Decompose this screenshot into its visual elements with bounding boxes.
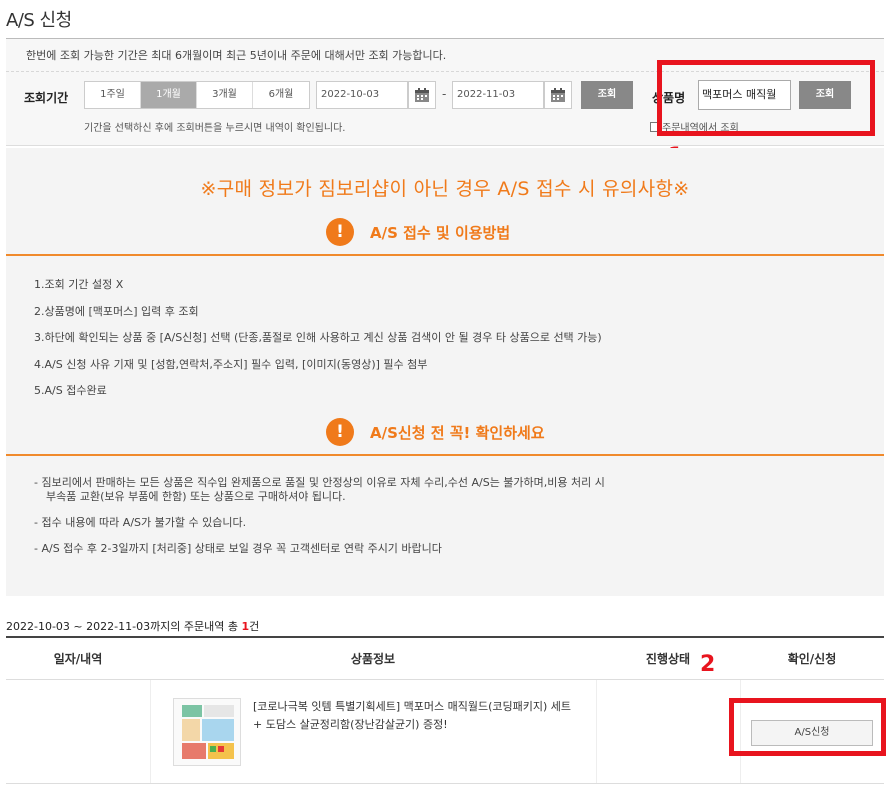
search-hint: 기간을 선택하신 후에 조회버튼을 누르시면 내역이 확인됩니다. bbox=[84, 123, 346, 134]
end-calendar-icon[interactable] bbox=[544, 81, 572, 109]
header-status: 진행상태 bbox=[645, 652, 691, 666]
order-summary: 2022-10-03 ~ 2022-11-03까지의 주문내역 총 1건 bbox=[6, 618, 259, 634]
notes-list: - 짐보리에서 판매하는 모든 상품은 직수입 완제품으로 품질 및 안정상의 … bbox=[34, 476, 734, 568]
period-tabs: 1주일 1개월 3개월 6개월 bbox=[84, 81, 310, 109]
product-thumbnail[interactable] bbox=[173, 698, 241, 766]
order-summary-range: 2022-10-03 ~ 2022-11-03까지의 주문내역 총 bbox=[6, 620, 242, 633]
step-item: 4.A/S 신청 사유 기재 및 [성함,연락처,주소지] 필수 입력, [이미… bbox=[34, 357, 428, 371]
steps-list: 1.조회 기간 설정 X 2.상품명에 [맥포머스] 입력 후 조회 3.하단에… bbox=[34, 276, 602, 409]
step-item: 2.상품명에 [맥포머스] 입력 후 조회 bbox=[34, 304, 199, 318]
step-item: 5.A/S 접수완료 bbox=[34, 384, 107, 397]
exclamation-icon: ! bbox=[326, 218, 354, 246]
note-item-3: - A/S 접수 후 2-3일까지 [처리중] 상태로 보일 경우 꼭 고객센터… bbox=[34, 542, 442, 555]
order-summary-suffix: 건 bbox=[249, 620, 260, 633]
header-date: 일자/내역 bbox=[53, 652, 103, 666]
annotation-box-1 bbox=[657, 60, 875, 136]
order-table-header: 일자/내역 상품정보 진행상태 확인/신청 bbox=[6, 638, 884, 680]
section-how-to-head: ! A/S 접수 및 이용방법 bbox=[6, 218, 884, 256]
row-status bbox=[596, 680, 740, 783]
section-check-title: A/S신청 전 꼭! 확인하세요 bbox=[370, 423, 545, 442]
note-item-1: - 짐보리에서 판매하는 모든 상품은 직수입 완제품으로 품질 및 안정상의 … bbox=[34, 476, 734, 504]
period-tab-6months[interactable]: 6개월 bbox=[253, 82, 309, 108]
warning-title: ※구매 정보가 짐보리샵이 아닌 경우 A/S 접수 시 유의사항※ bbox=[200, 178, 690, 200]
section-how-to-title: A/S 접수 및 이용방법 bbox=[370, 223, 511, 242]
as-info-panel: ※구매 정보가 짐보리샵이 아닌 경우 A/S 접수 시 유의사항※ ! A/S… bbox=[6, 148, 884, 596]
header-product: 상품정보 bbox=[350, 652, 396, 666]
step-item: 3.하단에 확인되는 상품 중 [A/S신청] 선택 (단종,품절로 인해 사용… bbox=[34, 331, 602, 344]
period-search-button[interactable]: 조회 bbox=[581, 81, 633, 109]
search-notice: 한번에 조회 가능한 기간은 최대 6개월이며 최근 5년이내 주문에 대해서만… bbox=[26, 49, 447, 62]
row-date bbox=[6, 680, 150, 783]
period-label: 조회기간 bbox=[24, 91, 69, 105]
end-date-field[interactable]: 2022-11-03 bbox=[452, 81, 544, 109]
start-date-field[interactable]: 2022-10-03 bbox=[316, 81, 408, 109]
start-calendar-icon[interactable] bbox=[408, 81, 436, 109]
annotation-box-2 bbox=[729, 698, 886, 756]
note-item-1-line2: 부속품 교환(보유 부품에 한함) 또는 상품으로 구매하셔야 됩니다. bbox=[46, 490, 346, 503]
header-confirm: 확인/신청 bbox=[787, 652, 837, 666]
note-item-2: - 접수 내용에 따라 A/S가 불가할 수 있습니다. bbox=[34, 516, 247, 529]
period-tab-3months[interactable]: 3개월 bbox=[197, 82, 253, 108]
period-tab-1week[interactable]: 1주일 bbox=[85, 82, 141, 108]
row-product: [코로나극복 잇템 특별기획세트] 맥포머스 매직월드(코딩패키지) 세트 + … bbox=[150, 680, 596, 783]
step-item: 1.조회 기간 설정 X bbox=[34, 278, 124, 291]
note-item-1-line1: - 짐보리에서 판매하는 모든 상품은 직수입 완제품으로 품질 및 안정상의 … bbox=[34, 476, 605, 489]
exclamation-icon: ! bbox=[326, 418, 354, 446]
annotation-number-2: 2 bbox=[700, 652, 716, 677]
page-title: A/S 신청 bbox=[6, 10, 72, 31]
date-separator: - bbox=[442, 87, 447, 101]
section-check-head: ! A/S신청 전 꼭! 확인하세요 bbox=[6, 418, 884, 456]
product-name[interactable]: [코로나극복 잇템 특별기획세트] 맥포머스 매직월드(코딩패키지) 세트 + … bbox=[253, 698, 583, 734]
period-tab-1month[interactable]: 1개월 bbox=[141, 82, 197, 108]
